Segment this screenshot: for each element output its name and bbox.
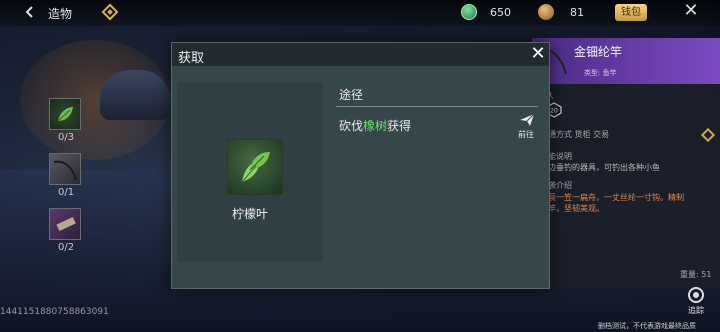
function-text: 水边垂钓的器具，可钓出各种小鱼 [540, 163, 660, 172]
test-disclaimer: 删档测试，不代表游戏最终品质 [598, 322, 696, 330]
jade-currency-icon [461, 4, 477, 20]
lemon-leaf-icon [241, 152, 270, 183]
rod-icon [53, 160, 77, 181]
route-suffix: 获得 [387, 119, 412, 133]
jade-count: 650 [490, 6, 511, 19]
item-preview: 柠檬叶 [177, 82, 323, 262]
wallet-button[interactable]: 钱包 [615, 4, 647, 21]
material-count: 0/2 [58, 242, 75, 253]
material-count: 0/3 [58, 132, 75, 143]
item-weight: 重量: 51 [680, 270, 712, 279]
material-slot-plank[interactable] [49, 208, 81, 240]
coin-count: 81 [570, 6, 584, 19]
close-icon[interactable]: ✕ [682, 2, 700, 20]
background-pot [100, 70, 170, 120]
dialog-title: 获取 [178, 51, 205, 66]
material-slot-leaf[interactable] [49, 98, 81, 130]
goto-button[interactable]: 前往 [518, 129, 534, 140]
leaf-icon [57, 107, 73, 122]
lore-line: 一蓑一笠一扁舟，一丈丝纶一寸钩。精制 [540, 193, 684, 202]
route-prefix: 砍伐 [339, 119, 364, 133]
track-icon[interactable] [688, 287, 704, 303]
diamond-icon[interactable] [101, 3, 119, 21]
route-entry: 砍伐橡树获得 [339, 117, 411, 134]
back-arrow-icon[interactable] [22, 4, 38, 20]
dialog-close-icon[interactable]: ✕ [529, 45, 547, 63]
item-title: 金钿纶竿 [574, 45, 623, 59]
page-title: 造物 [48, 7, 73, 21]
user-id: 1441151880758863091 [0, 307, 109, 317]
top-bar: 造物 650 81 钱包 ✕ [0, 0, 720, 26]
item-type: 类型: 鱼竿 [584, 69, 617, 77]
item-icon-frame [227, 139, 283, 195]
durability-value: 20 [550, 108, 558, 115]
item-name: 柠檬叶 [231, 207, 268, 221]
route-heading: 途径 [339, 88, 364, 102]
item-info-panel: 金钿纶竿 类型: 鱼竿 久 直通方式 货柜 交易 功能说明 水边垂钓的器具，可钓… [532, 38, 720, 288]
paper-plane-icon[interactable] [519, 112, 535, 126]
dialog-header: 获取 ✕ [172, 43, 549, 66]
acquire-dialog: 获取 ✕ 柠檬叶 途径 砍伐橡树获得 前往 [171, 42, 550, 289]
track-label[interactable]: 追踪 [688, 305, 704, 316]
route-highlight: 橡树 [363, 119, 388, 133]
divider [336, 106, 538, 107]
material-count: 0/1 [58, 187, 75, 198]
coin-currency-icon [538, 4, 554, 20]
plank-icon [56, 217, 76, 232]
acquire-tabs[interactable]: 直通方式 货柜 交易 [540, 129, 609, 140]
material-slot-rod[interactable] [49, 153, 81, 185]
